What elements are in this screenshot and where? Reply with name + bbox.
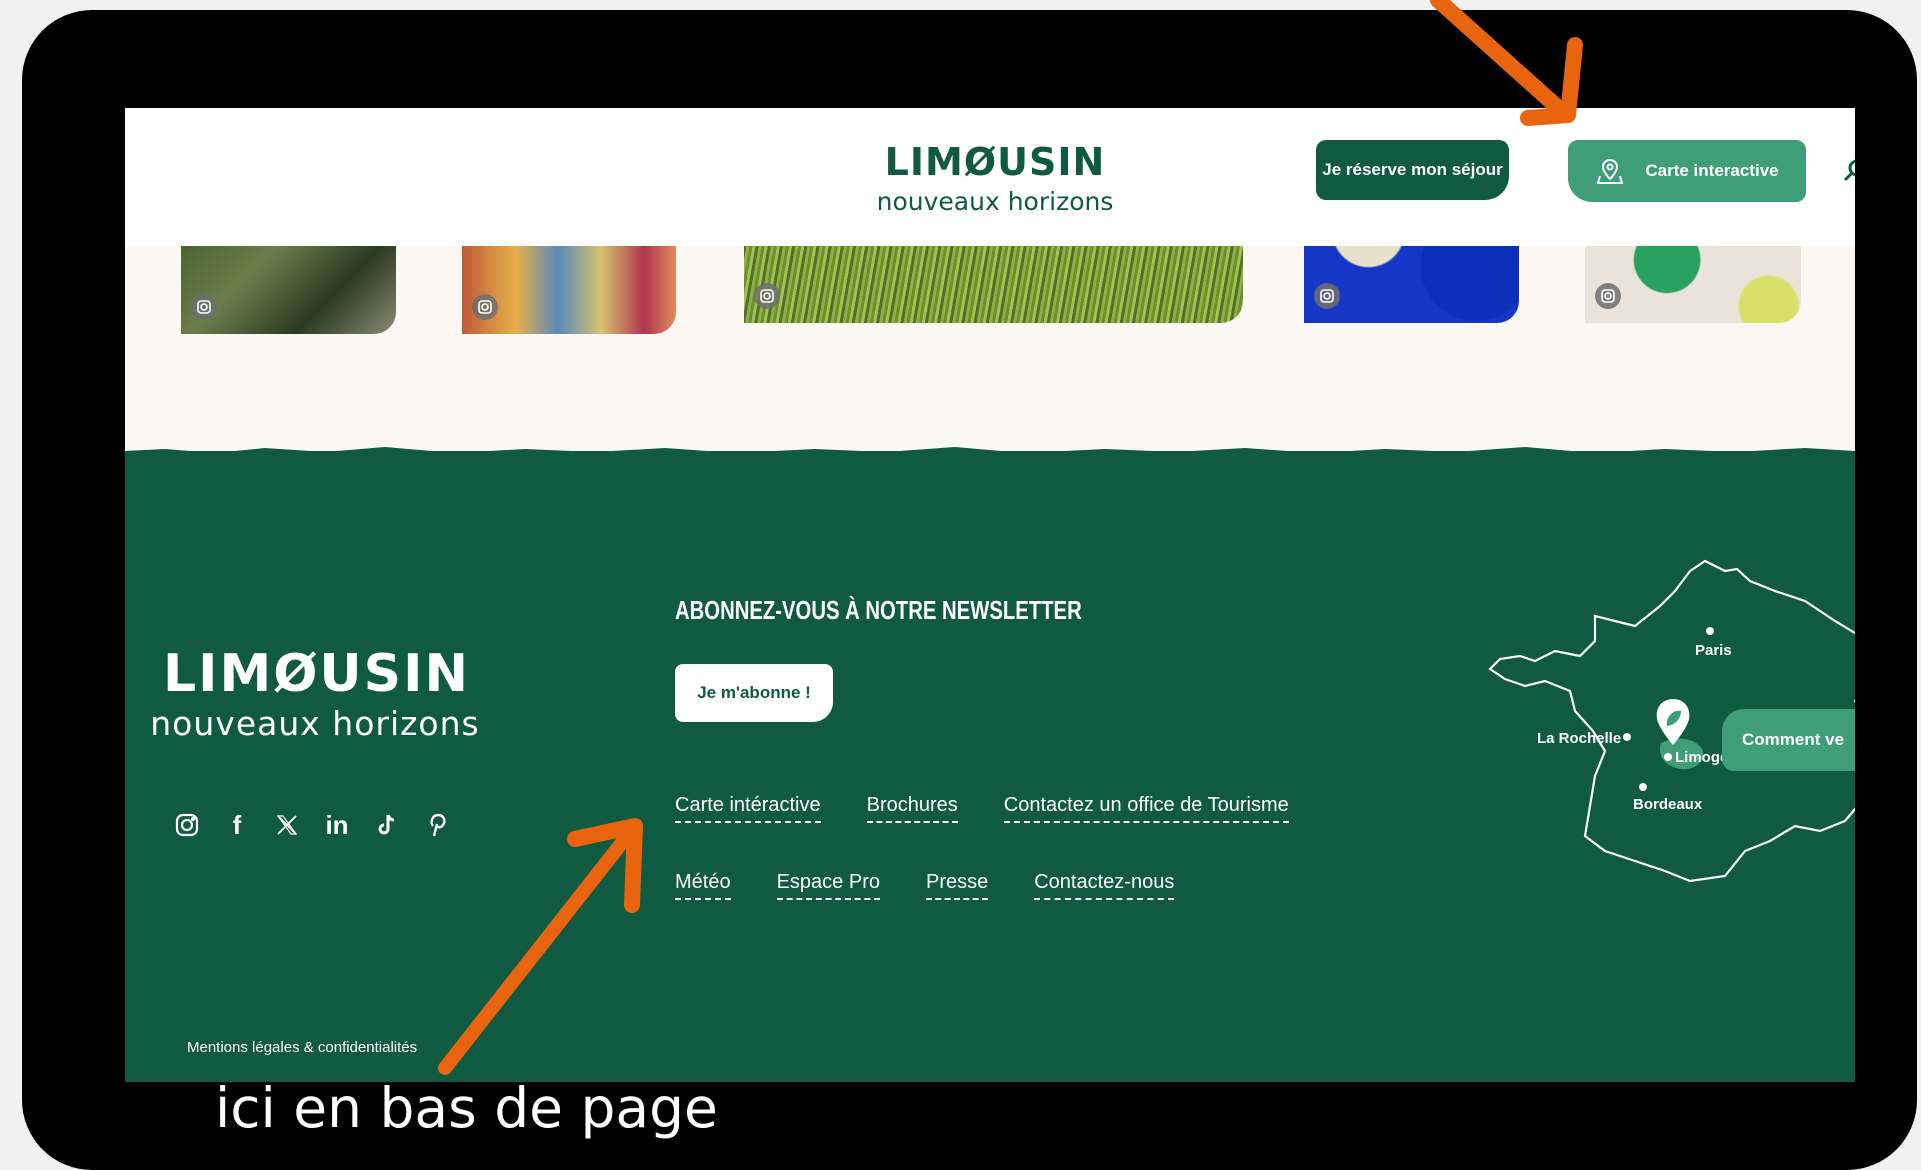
footer-link-presse[interactable]: Presse: [925, 871, 989, 900]
legal-mentions-link[interactable]: Mentions légales & confidentialités: [187, 1039, 417, 1056]
footer-links-row-1: Carte intéractive Brochures Contactez un…: [675, 794, 1335, 823]
torn-edge-divider: [125, 447, 1855, 459]
instagram-icon: [754, 283, 780, 309]
pinterest-icon[interactable]: [423, 811, 451, 839]
interactive-map-button[interactable]: Carte interactive: [1568, 140, 1806, 202]
map-city-la-rochelle: La Rochelle: [1537, 730, 1621, 747]
instagram-icon: [191, 294, 217, 320]
map-pin-icon: [1597, 158, 1624, 184]
bordeaux-dot: [1639, 783, 1647, 791]
header-logo[interactable]: LIMØUSIN: [865, 142, 1125, 182]
footer-logo-tagline[interactable]: nouveaux horizons: [135, 704, 495, 744]
map-city-paris: Paris: [1695, 642, 1732, 659]
reserve-stay-button[interactable]: Je réserve mon séjour: [1316, 140, 1509, 200]
annotation-caption: ici en bas de page: [215, 1076, 718, 1140]
instagram-icon: [1314, 283, 1340, 309]
footer-links-row-2: Météo Espace Pro Presse Contactez-nous: [675, 871, 1220, 900]
facebook-icon[interactable]: f: [223, 810, 251, 840]
search-icon[interactable]: [1843, 158, 1855, 182]
subscribe-button[interactable]: Je m'abonne !: [675, 664, 833, 722]
site-header: LIMØUSIN nouveaux horizons Je réserve mo…: [125, 108, 1855, 246]
device-frame: LIMØUSIN nouveaux horizons Je réserve mo…: [22, 10, 1917, 1170]
footer-link-meteo[interactable]: Météo: [675, 871, 731, 900]
comment-venir-button[interactable]: Comment ve: [1722, 709, 1855, 771]
tiktok-icon[interactable]: [373, 811, 401, 839]
footer-link-office-tourisme[interactable]: Contactez un office de Tourisme: [1003, 794, 1289, 823]
linkedin-icon[interactable]: in: [323, 810, 351, 840]
la-rochelle-dot: [1623, 733, 1631, 741]
x-icon[interactable]: [273, 811, 301, 839]
browser-viewport: LIMØUSIN nouveaux horizons Je réserve mo…: [125, 108, 1855, 1082]
interactive-map-label: Carte interactive: [1645, 161, 1779, 180]
footer-link-brochures[interactable]: Brochures: [866, 794, 958, 823]
footer-link-espace-pro[interactable]: Espace Pro: [776, 871, 880, 900]
social-links: f in: [173, 810, 451, 840]
site-footer: LIMØUSIN nouveaux horizons f in ABONNEZ-…: [125, 447, 1855, 1082]
instagram-icon: [1595, 283, 1621, 309]
map-city-bordeaux: Bordeaux: [1633, 796, 1703, 813]
instagram-icon[interactable]: [173, 811, 201, 839]
header-logo-tagline[interactable]: nouveaux horizons: [855, 187, 1135, 217]
instagram-icon: [472, 294, 498, 320]
paris-dot: [1706, 627, 1714, 635]
footer-link-carte-interactive[interactable]: Carte intéractive: [675, 794, 821, 823]
map-marker-icon: [1656, 699, 1690, 745]
limoges-dot: [1664, 753, 1672, 761]
footer-link-contact[interactable]: Contactez-nous: [1034, 871, 1175, 900]
newsletter-heading: ABONNEZ-VOUS À NOTRE NEWSLETTER: [675, 595, 1082, 625]
footer-logo[interactable]: LIMØUSIN: [163, 646, 468, 702]
